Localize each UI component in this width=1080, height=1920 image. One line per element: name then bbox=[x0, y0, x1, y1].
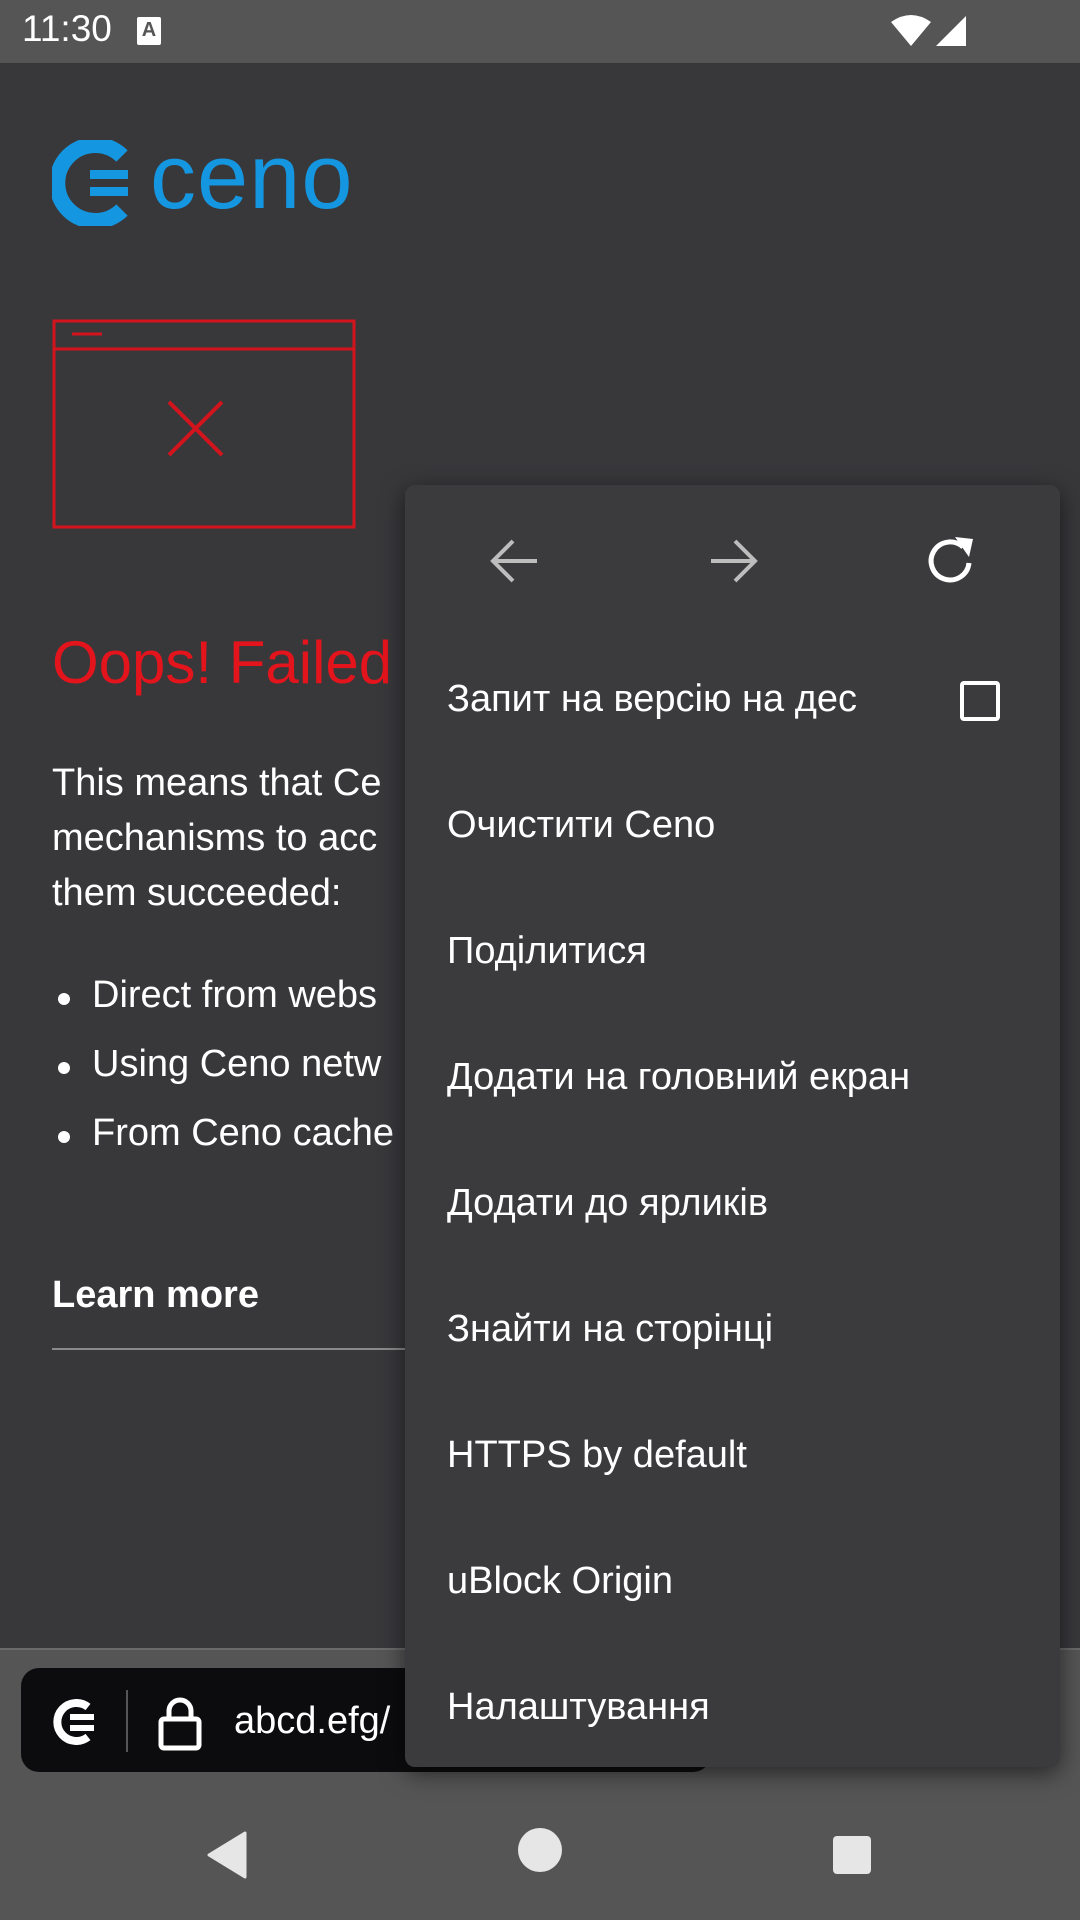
lock-icon[interactable] bbox=[158, 1697, 202, 1751]
menu-item-label: Очистити Ceno bbox=[447, 804, 716, 846]
menu-item-label: Додати на головний екран bbox=[447, 1056, 911, 1098]
menu-item-ublock-origin[interactable]: uBlock Origin bbox=[405, 1517, 1060, 1643]
back-triangle-icon[interactable] bbox=[205, 1831, 249, 1879]
back-arrow-icon[interactable] bbox=[487, 533, 543, 589]
menu-item-add-to-home[interactable]: Додати на головний екран bbox=[405, 1013, 1060, 1139]
list-item: From Ceno cache bbox=[52, 1106, 394, 1175]
error-title: Oops! Failed bbox=[52, 629, 393, 696]
menu-item-label: Поділитися bbox=[447, 930, 647, 972]
menu-item-share[interactable]: Поділитися bbox=[405, 887, 1060, 1013]
forward-arrow-icon[interactable] bbox=[705, 533, 761, 589]
system-nav-bar bbox=[0, 1778, 1080, 1920]
menu-item-label: Знайти на сторінці bbox=[447, 1308, 774, 1350]
reload-icon[interactable] bbox=[923, 533, 979, 589]
menu-item-https-by-default[interactable]: HTTPS by default bbox=[405, 1391, 1060, 1517]
menu-item-label: uBlock Origin bbox=[447, 1560, 673, 1602]
url-text[interactable]: abcd.efg/ bbox=[234, 1700, 390, 1743]
menu-navigation-row bbox=[405, 485, 1060, 635]
wifi-icon bbox=[890, 15, 931, 46]
menu-item-add-shortcut[interactable]: Додати до ярликів bbox=[405, 1139, 1060, 1265]
overflow-menu: Запит на версію на дес Очистити Ceno Под… bbox=[405, 485, 1060, 1767]
list-item: Direct from webs bbox=[52, 968, 394, 1037]
menu-item-clear-ceno[interactable]: Очистити Ceno bbox=[405, 761, 1060, 887]
menu-item-label: HTTPS by default bbox=[447, 1434, 747, 1476]
logo-text: ceno bbox=[150, 126, 354, 228]
status-time: 11:30 bbox=[22, 8, 112, 49]
url-bar-divider bbox=[126, 1690, 128, 1752]
menu-item-settings[interactable]: Налаштування bbox=[405, 1643, 1060, 1769]
signal-icon bbox=[936, 16, 966, 46]
recents-square-icon[interactable] bbox=[833, 1836, 871, 1874]
list-item: Using Ceno netw bbox=[52, 1037, 394, 1106]
menu-item-label: Налаштування bbox=[447, 1686, 710, 1728]
learn-more-divider bbox=[52, 1348, 412, 1350]
ceno-logo-icon bbox=[52, 140, 128, 226]
mechanism-list: Direct from webs Using Ceno netw From Ce… bbox=[52, 968, 394, 1175]
ceno-icon[interactable] bbox=[48, 1699, 100, 1745]
menu-item-label: Додати до ярликів bbox=[447, 1182, 769, 1224]
status-icons bbox=[890, 14, 970, 53]
menu-item-label: Запит на версію на дес bbox=[447, 678, 858, 720]
a-icon: A bbox=[137, 17, 161, 45]
broken-window-icon bbox=[52, 319, 356, 529]
home-circle-icon[interactable] bbox=[518, 1828, 562, 1872]
status-bar: 11:30 A bbox=[0, 0, 1080, 63]
menu-item-find-in-page[interactable]: Знайти на сторінці bbox=[405, 1265, 1060, 1391]
menu-item-request-desktop[interactable]: Запит на версію на дес bbox=[405, 635, 1060, 761]
desktop-site-checkbox[interactable] bbox=[960, 681, 1000, 721]
learn-more-link[interactable]: Learn more bbox=[52, 1274, 259, 1317]
